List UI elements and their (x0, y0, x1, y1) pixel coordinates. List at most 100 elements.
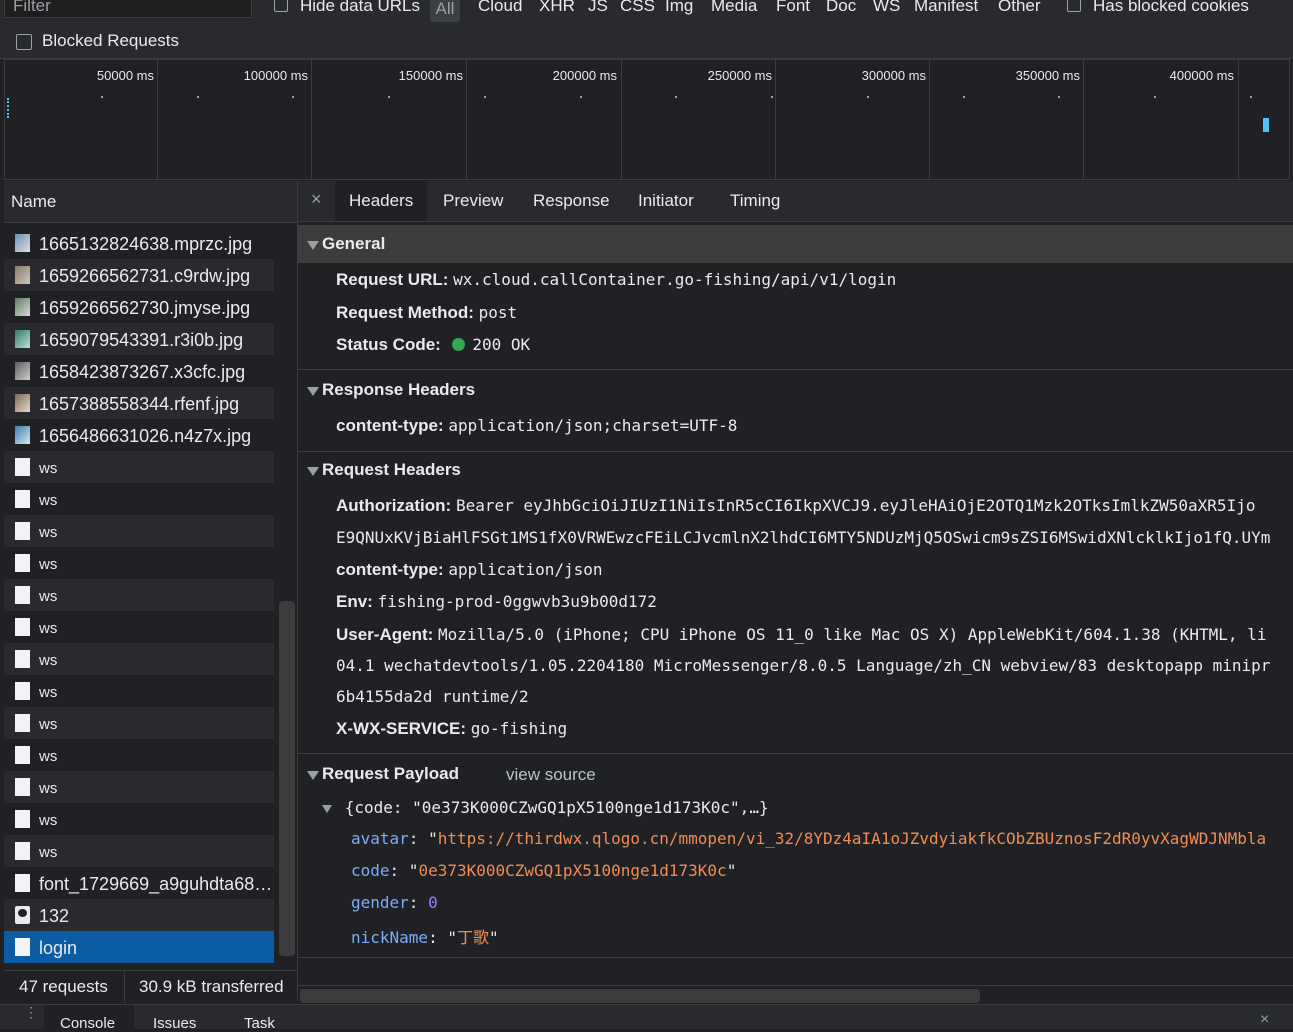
request-row[interactable]: ws (4, 643, 274, 675)
request-list-scrollbar[interactable] (279, 601, 295, 956)
env-value: fishing-prod-0ggwvb3u9b00d172 (377, 592, 657, 611)
request-row[interactable]: ws (4, 803, 274, 835)
request-name: 1658423873267.x3cfc.jpg (39, 362, 246, 382)
blocked-requests-row: Blocked Requests (0, 26, 1293, 59)
request-row[interactable]: 1665132824638.mprzc.jpg (4, 227, 274, 259)
expand-triangle-icon (322, 798, 336, 818)
request-row[interactable]: 132 (4, 899, 274, 931)
payload-summary: {code: "0e373K000CZwGQ1pX5100nge1d173K0c… (344, 798, 769, 817)
content-type-value: application/json (448, 560, 603, 579)
tick-dot (771, 96, 773, 98)
hide-data-urls-checkbox[interactable] (274, 0, 288, 12)
request-name: ws (39, 716, 58, 733)
filter-type-other[interactable]: Other (998, 0, 1041, 16)
request-name: ws (39, 620, 58, 637)
payload-value: https://thirdwx.qlogo.cn/mmopen/vi_32/8Y… (437, 829, 1267, 848)
request-headers-section-header[interactable]: Request Headers (298, 451, 1293, 489)
file-icon (15, 490, 30, 508)
request-row[interactable]: 1659079543391.r3i0b.jpg (4, 323, 274, 355)
request-row[interactable]: ws (4, 579, 274, 611)
request-name: 1659266562730.jmyse.jpg (39, 298, 251, 318)
image-file-icon (15, 234, 30, 252)
file-icon (15, 810, 30, 828)
tab-timing[interactable]: Timing (716, 181, 794, 221)
request-name: 1659079543391.r3i0b.jpg (39, 330, 244, 350)
filter-type-css[interactable]: CSS (620, 0, 655, 16)
view-source-link[interactable]: view source (506, 765, 596, 785)
request-url-row: Request URL: wx.cloud.callContainer.go-f… (336, 270, 896, 290)
filter-type-img[interactable]: Img (665, 0, 693, 16)
payload-summary-row[interactable]: {code: "0e373K000CZwGQ1pX5100nge1d173K0c… (322, 798, 769, 818)
image-file-icon (15, 426, 30, 444)
request-name: 132 (39, 906, 70, 926)
request-row[interactable]: 1658423873267.x3cfc.jpg (4, 355, 274, 387)
drawer-tab-issues[interactable]: Issues (153, 1015, 196, 1032)
tab-response[interactable]: Response (519, 181, 624, 221)
filter-type-ws[interactable]: WS (873, 0, 900, 16)
close-icon[interactable]: × (311, 189, 322, 210)
request-url-value: wx.cloud.callContainer.go-fishing/api/v1… (453, 270, 897, 289)
filter-type-manifest[interactable]: Manifest (914, 0, 978, 16)
scrollbar-thumb[interactable] (300, 989, 980, 1003)
request-row[interactable]: ws (4, 515, 274, 547)
drawer-tab-task[interactable]: Task (244, 1015, 275, 1032)
filter-type-js[interactable]: JS (588, 0, 608, 16)
request-row[interactable]: ws (4, 483, 274, 515)
blocked-requests-checkbox[interactable] (16, 34, 32, 50)
filter-type-media[interactable]: Media (711, 0, 757, 16)
request-row[interactable]: ws (4, 547, 274, 579)
filter-all-button[interactable]: All (430, 0, 460, 22)
request-count: 47 requests (19, 977, 108, 996)
response-headers-section-header[interactable]: Response Headers (298, 371, 1293, 409)
activity-marker (7, 98, 12, 118)
timeline-label: 200000 ms (552, 68, 617, 83)
timeline-label: 50000 ms (96, 68, 154, 83)
general-section-header[interactable]: General (298, 225, 1293, 263)
horizontal-scrollbar[interactable] (298, 985, 1293, 1004)
grid-line (311, 60, 312, 179)
filter-type-xhr[interactable]: XHR (539, 0, 575, 16)
filter-type-cloud[interactable]: Cloud (478, 0, 522, 16)
request-row[interactable]: ws (4, 611, 274, 643)
timeline-overview[interactable]: 50000 ms 100000 ms 150000 ms 200000 ms 2… (4, 59, 1290, 180)
tab-headers[interactable]: Headers (335, 181, 428, 221)
request-name: 1657388558344.rfenf.jpg (39, 394, 240, 414)
request-row-selected[interactable]: login (4, 931, 274, 963)
filter-type-font[interactable]: Font (776, 0, 810, 16)
request-row[interactable]: ws (4, 675, 274, 707)
timeline-label: 150000 ms (398, 68, 463, 83)
request-row[interactable]: font_1729669_a9guhdta68q.... (4, 867, 275, 899)
tab-preview[interactable]: Preview (429, 181, 517, 221)
close-drawer-icon[interactable]: × (1260, 1011, 1269, 1029)
status-code-label: Status Code: (336, 335, 441, 354)
request-row[interactable]: 1657388558344.rfenf.jpg (4, 387, 274, 419)
request-name: ws (39, 524, 58, 541)
request-list-panel: Name 1665132824638.mprzc.jpg 16592665627… (4, 181, 298, 1003)
more-menu-icon[interactable]: ⋮ (24, 1005, 38, 1019)
name-column-header[interactable]: Name (4, 181, 297, 223)
status-ok-icon (451, 338, 465, 351)
file-icon (15, 586, 30, 604)
request-name: ws (39, 844, 58, 861)
request-payload-section-header[interactable]: Request Payload view source (298, 755, 1293, 793)
env-label: Env: (336, 592, 373, 611)
timeline-label: 400000 ms (1169, 68, 1234, 83)
request-row[interactable]: 1659266562730.jmyse.jpg (4, 291, 274, 323)
file-icon (15, 650, 30, 668)
request-row[interactable]: ws (4, 451, 274, 483)
request-row[interactable]: 1659266562731.c9rdw.jpg (4, 259, 274, 291)
filter-input[interactable]: Filter (4, 0, 252, 18)
request-row[interactable]: ws (4, 707, 274, 739)
expand-triangle-icon (307, 765, 323, 785)
expand-triangle-icon (307, 381, 323, 401)
has-blocked-cookies-checkbox[interactable] (1067, 0, 1081, 12)
request-row[interactable]: ws (4, 835, 274, 867)
request-row[interactable]: 1656486631026.n4z7x.jpg (4, 419, 274, 451)
drawer-tab-console[interactable]: Console (60, 1015, 115, 1032)
filter-type-doc[interactable]: Doc (826, 0, 856, 16)
tab-initiator[interactable]: Initiator (624, 181, 708, 221)
payload-value: 0e373K000CZwGQ1pX5100nge1d173K0c (418, 861, 727, 880)
request-row[interactable]: ws (4, 739, 274, 771)
image-file-icon (15, 266, 30, 284)
request-row[interactable]: ws (4, 771, 274, 803)
